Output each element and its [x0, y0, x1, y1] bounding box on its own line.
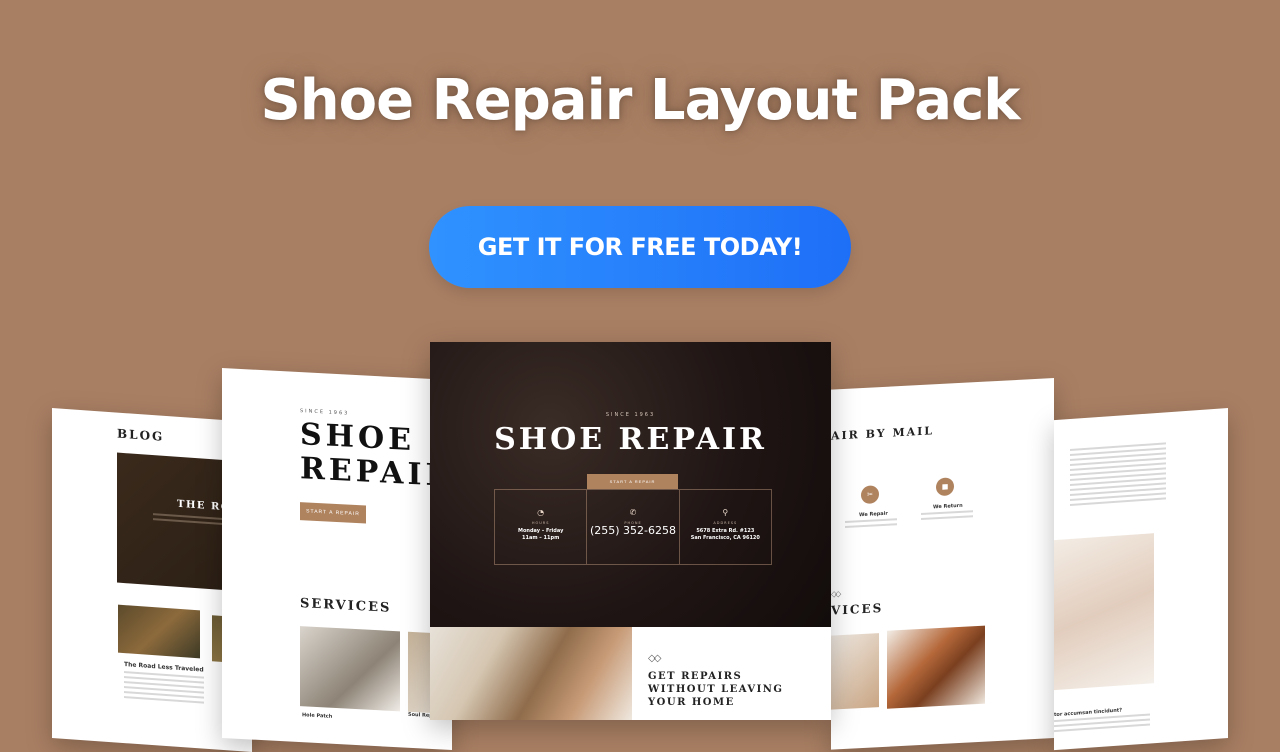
diamond-ornament-icon: ◇◇	[648, 653, 661, 664]
pin-icon: ⚲	[722, 508, 729, 517]
promo-line: GET REPAIRS	[648, 671, 743, 682]
since-text: SINCE 1963	[605, 412, 656, 418]
blog-section-title: BLOG	[117, 426, 165, 444]
address-street: 5678 Extra Rd. #123	[696, 528, 755, 534]
headline: Shoe Repair Layout Pack	[260, 68, 1020, 133]
start-repair-button[interactable]: START A REPAIR	[300, 502, 366, 524]
hours-time: 11am – 11pm	[522, 535, 560, 541]
clock-icon: ◔	[537, 508, 545, 517]
repair-by-mail-title: AIR BY MAIL	[831, 424, 935, 443]
phone-number[interactable]: (255) 352-6258	[587, 525, 678, 536]
address-label: ADDRESS	[713, 521, 738, 525]
hero-title: SHOE REPAIR	[494, 422, 767, 457]
service-caption: Hole Patch	[302, 712, 333, 720]
feature-label: We Repair	[859, 510, 888, 519]
return-icon: ■	[936, 477, 954, 497]
since-text: SINCE 1963	[300, 408, 350, 417]
phone-icon: ✆	[629, 508, 637, 517]
service-image	[300, 626, 400, 712]
address-value: 5678 Extra Rd. #123 San Francisco, CA 96…	[680, 528, 771, 542]
hours-days: Monday – Friday	[517, 528, 564, 534]
blog-thumbnail	[118, 604, 200, 659]
repair-icon: ✂	[861, 485, 879, 505]
get-it-free-button[interactable]: GET IT FOR FREE TODAY!	[429, 206, 851, 288]
feature-label: We Return	[933, 502, 963, 511]
services-heading: VICES	[831, 600, 884, 618]
article-text	[1070, 442, 1166, 509]
repair-by-mail-layout-preview[interactable]: AIR BY MAIL ✂ ■ We Repair We Return ◇◇ V…	[831, 378, 1054, 750]
hours-block: ◔ HOURS Monday – Friday 11am – 11pm	[495, 490, 588, 564]
feature-text	[921, 510, 973, 523]
shoe-repair-image	[430, 627, 632, 720]
home-layout-preview[interactable]: SINCE 1963 SHOE REPAIR START A REPAIR ◔ …	[430, 342, 831, 720]
landing-layout-preview[interactable]: SINCE 1963 SHOE REPAIR START A REPAIR SE…	[222, 368, 452, 751]
promo-line: WITHOUT LEAVING	[648, 684, 784, 695]
services-heading: SERVICES	[300, 596, 392, 616]
blog-post-excerpt	[124, 671, 204, 707]
address-block: ⚲ ADDRESS 5678 Extra Rd. #123 San Franci…	[680, 490, 771, 564]
feature-text	[845, 518, 897, 531]
hours-value: Monday – Friday 11am – 11pm	[495, 528, 586, 542]
contact-info-grid: ◔ HOURS Monday – Friday 11am – 11pm ✆ PH…	[494, 489, 772, 565]
phone-block: ✆ PHONE (255) 352-6258	[587, 490, 680, 564]
start-repair-button[interactable]: START A REPAIR	[587, 474, 678, 489]
diamond-ornament-icon: ◇◇	[831, 589, 840, 599]
article-layout-preview[interactable]: tor accumsan tincidunt?	[1054, 408, 1228, 751]
service-image	[831, 633, 879, 710]
promo-heading: GET REPAIRS WITHOUT LEAVING YOUR HOME	[648, 670, 783, 709]
hours-label: HOURS	[531, 521, 550, 525]
promo-line: YOUR HOME	[648, 697, 735, 708]
address-city: San Francisco, CA 96120	[690, 535, 760, 541]
article-image	[1054, 533, 1154, 691]
shoes-image	[887, 625, 985, 709]
